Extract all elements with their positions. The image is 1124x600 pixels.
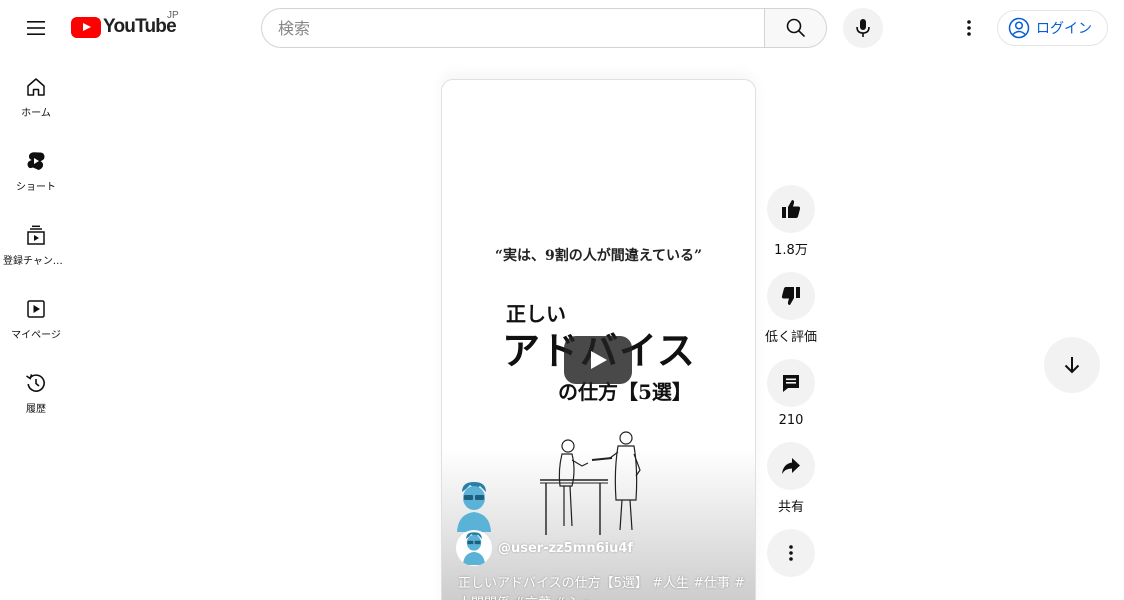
dislike-label: 低く評価 [765,330,818,345]
voice-search-button[interactable] [843,8,883,48]
sidebar-item-label: 登録チャンネル [3,256,69,267]
you-icon [27,300,45,318]
comment-action: 210 [766,359,816,428]
search-icon [786,18,805,37]
shorts-player[interactable]: “実は、9割の人が間違えている” 正しい アドバイス の仕方【5選】 [441,79,756,600]
login-label: ログイン [1036,21,1092,37]
avatar-icon [462,532,486,565]
sidebar-item-label: マイページ [11,330,61,341]
like-count: 1.8万 [774,243,808,258]
sidebar-item-history[interactable]: 履歴 [0,352,72,426]
share-action: 共有 [766,442,816,515]
menu-button[interactable] [16,8,56,48]
comment-button[interactable] [767,359,815,407]
channel-name[interactable]: @user-zz5mn6iu4f [498,541,633,556]
youtube-logo[interactable]: YouTube [71,15,177,39]
thumbs-down-icon [781,287,800,305]
sidebar-item-label: ショート [16,182,56,193]
thumbs-up-icon [782,200,801,218]
share-label: 共有 [777,500,804,515]
comment-icon [783,375,799,392]
masthead: YouTube JP ログイン [0,0,1124,56]
channel-row: @user-zz5mn6iu4f [456,530,633,566]
video-frame-quote: “実は、9割の人が間違えている” [494,248,703,264]
share-icon [782,458,800,474]
dislike-action: 低く評価 [765,272,818,345]
microphone-icon [856,19,870,37]
like-action: 1.8万 [766,185,816,258]
subscriptions-icon [27,225,45,245]
history-icon [26,374,45,392]
reel-actions: 1.8万 低く評価 210 共有 [765,185,818,591]
country-code: JP [167,10,179,21]
share-button[interactable] [767,442,815,490]
guide-sidebar: ホーム ショート 登録チャンネル マイページ 履歴 [0,56,72,426]
sidebar-item-label: ホーム [21,108,51,119]
video-frame-avatar-icon [457,482,491,532]
play-icon [591,351,607,369]
channel-avatar[interactable] [456,530,492,566]
sidebar-item-home[interactable]: ホーム [0,56,72,130]
comment-count: 210 [778,413,804,428]
sidebar-item-you[interactable]: マイページ [0,278,72,352]
hamburger-menu-icon [27,21,45,35]
play-button[interactable] [564,336,632,384]
shorts-icon [27,152,45,170]
more-vertical-icon [789,545,793,561]
more-actions-button[interactable] [767,529,815,577]
settings-more-button[interactable] [949,8,989,48]
login-button[interactable]: ログイン [997,10,1108,46]
dislike-button[interactable] [767,272,815,320]
account-icon [1008,17,1030,39]
video-title[interactable]: 正しいアドバイスの仕方【5選】 #人生 #仕事 #人間関係 #言葉 #ふっ [458,574,748,600]
sidebar-item-shorts[interactable]: ショート [0,130,72,204]
home-icon [27,78,45,96]
logo-text: YouTube [103,16,177,37]
arrow-down-icon [1064,357,1080,374]
more-vertical-icon [967,20,971,36]
sidebar-item-label: 履歴 [26,404,46,415]
search-input[interactable] [278,18,764,38]
sidebar-item-subscriptions[interactable]: 登録チャンネル [0,204,72,278]
search-box [261,8,764,48]
search-button[interactable] [764,8,827,48]
more-action [766,529,816,577]
youtube-play-icon [71,16,101,38]
like-button[interactable] [767,185,815,233]
next-video-button[interactable] [1044,337,1100,393]
